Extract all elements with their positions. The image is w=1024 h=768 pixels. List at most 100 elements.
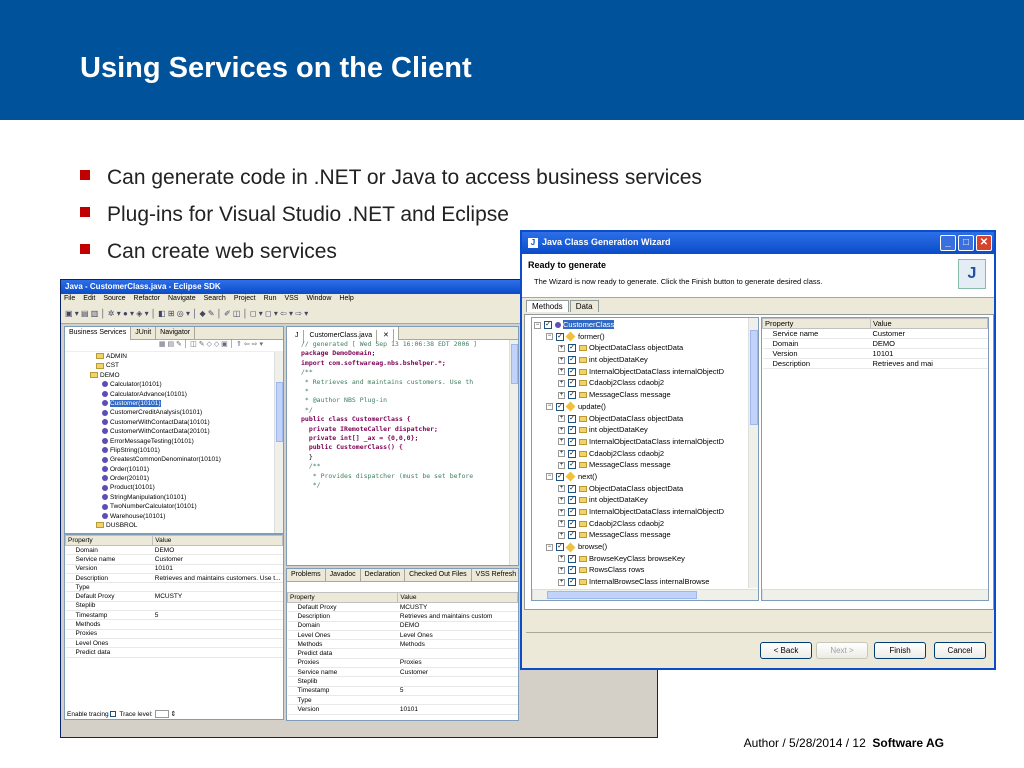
trace-level-spinner-icon[interactable]: ⇕: [170, 711, 176, 718]
expand-icon[interactable]: +: [558, 426, 565, 434]
tree-node[interactable]: + ✓ Cdaobj2Class cdaobj2: [534, 377, 756, 389]
tree-item[interactable]: TwoNumberCalculator(10101): [90, 502, 283, 511]
tree-item[interactable]: FlipString(10101): [90, 446, 283, 455]
expand-icon[interactable]: +: [558, 485, 565, 493]
tree-item[interactable]: Warehouse(10101): [90, 512, 283, 521]
table-row[interactable]: Predict data: [65, 647, 283, 658]
node-checkbox[interactable]: ✓: [568, 414, 576, 423]
tree-hscrollbar[interactable]: [532, 589, 758, 600]
menu-vss[interactable]: VSS: [284, 295, 298, 302]
table-row[interactable]: Timestamp 5: [65, 610, 283, 621]
scroll-thumb[interactable]: [547, 591, 697, 599]
source-code[interactable]: // generated [ Wed Sep 13 16:06:38 EDT 2…: [287, 340, 518, 491]
tab-junit[interactable]: JUnit: [131, 327, 157, 340]
node-checkbox[interactable]: ✓: [568, 484, 576, 493]
tree-node[interactable]: + ✓ Cdaobj2Class cdaobj2: [534, 448, 756, 460]
table-row[interactable]: Level Ones: [65, 638, 283, 649]
table-row[interactable]: Service name Customer: [65, 554, 283, 565]
tab-methods[interactable]: Methods: [526, 300, 569, 312]
trace-level-input[interactable]: [154, 710, 169, 719]
table-row[interactable]: Domain DEMO: [287, 621, 518, 631]
table-row[interactable]: Type: [65, 582, 283, 593]
node-checkbox[interactable]: ✓: [568, 367, 576, 376]
node-checkbox[interactable]: ✓: [556, 472, 564, 481]
tree-item[interactable]: Calculator(10101): [90, 380, 283, 389]
tree-node[interactable]: + ✓ InternalObjectDataClass internalObject…: [534, 436, 756, 448]
node-checkbox[interactable]: ✓: [568, 426, 576, 435]
next-button[interactable]: Next >: [816, 642, 868, 659]
tree-item[interactable]: DUSBROL: [90, 521, 283, 530]
expand-icon[interactable]: +: [558, 555, 565, 563]
table-row[interactable]: Level Ones Level Ones: [287, 630, 518, 641]
tree-item[interactable]: CustomerCreditAnalysis(10101): [90, 408, 283, 417]
node-checkbox[interactable]: ✓: [568, 578, 576, 587]
tab-navigator[interactable]: Navigator: [156, 327, 196, 340]
table-row[interactable]: Default Proxy MCUSTY: [287, 602, 518, 613]
expand-icon[interactable]: +: [558, 566, 565, 574]
table-row[interactable]: Version 10101: [65, 564, 283, 574]
tree-node[interactable]: + ✓ int objectDataKey: [534, 354, 756, 366]
tree-item[interactable]: Order(20101): [90, 474, 283, 483]
editor-scrollbar[interactable]: [509, 340, 518, 565]
tree-item[interactable]: CustomerWithContactData(10101): [90, 418, 283, 427]
tree-item[interactable]: ErrorMessageTesting(10101): [90, 437, 283, 446]
toolbar-icons[interactable]: ▣ ▾ ▤ ▥ │ ✲ ▾ ● ▾ ◈ ▾ │ ◧ ⊞ ◎ ▾ │ ◆ ✎ │ …: [65, 309, 308, 318]
expand-icon[interactable]: +: [558, 391, 565, 399]
tree-node[interactable]: + ✓ InternalBrowseClass internalBrowse: [534, 576, 756, 588]
tree-node[interactable]: + ✓ MessageClass message: [534, 529, 756, 541]
expand-icon[interactable]: +: [558, 438, 565, 446]
column-header[interactable]: Value: [152, 535, 283, 546]
tree-node[interactable]: + ✓ MessageClass message: [534, 389, 756, 401]
tree-scrollbar[interactable]: [274, 352, 283, 533]
tree-node[interactable]: + ✓ InternalObjectDataClass internalObject…: [534, 506, 756, 518]
column-header[interactable]: Property: [65, 535, 154, 546]
menu-refactor[interactable]: Refactor: [134, 295, 160, 302]
tree-node[interactable]: + ✓ InternalObjectDataClass internalObject…: [534, 366, 756, 378]
tab-problems[interactable]: Problems: [287, 569, 326, 582]
menu-project[interactable]: Project: [234, 295, 256, 302]
node-checkbox[interactable]: ✓: [556, 543, 564, 552]
tree-item[interactable]: Product(10101): [90, 483, 283, 492]
table-row[interactable]: Domain DEMO: [65, 545, 283, 556]
tree-node[interactable]: + ✓ RowsClass rows: [534, 564, 756, 576]
menu-edit[interactable]: Edit: [83, 295, 95, 302]
expand-icon[interactable]: +: [558, 450, 565, 458]
column-header[interactable]: Property: [287, 592, 399, 603]
node-checkbox[interactable]: ✓: [568, 461, 576, 470]
tree-item[interactable]: ADMIN: [90, 352, 283, 361]
table-row[interactable]: Steplib: [287, 676, 518, 687]
cancel-button[interactable]: Cancel: [934, 642, 986, 659]
close-button[interactable]: ✕: [976, 235, 992, 251]
expand-icon[interactable]: +: [558, 520, 565, 528]
node-checkbox[interactable]: ✓: [568, 519, 576, 528]
tree-node[interactable]: + ✓ BrowseKeyClass browseKey: [534, 553, 756, 565]
collapse-icon[interactable]: −: [546, 543, 553, 551]
menu-help[interactable]: Help: [339, 295, 353, 302]
node-checkbox[interactable]: ✓: [568, 356, 576, 365]
collapse-icon[interactable]: −: [546, 403, 553, 411]
minimize-button[interactable]: _: [940, 235, 956, 251]
node-checkbox[interactable]: ✓: [568, 437, 576, 446]
tree-item[interactable]: CST: [90, 361, 283, 370]
expand-icon[interactable]: +: [558, 531, 565, 539]
tree-node[interactable]: + ✓ MessageClass message: [534, 459, 756, 471]
menu-navigate[interactable]: Navigate: [168, 295, 196, 302]
scroll-thumb[interactable]: [511, 344, 518, 384]
tab-business-services[interactable]: Business Services: [65, 327, 132, 340]
tree-node[interactable]: − ✓ browse(): [534, 541, 756, 553]
tree-node[interactable]: − ✓ CustomerClass: [534, 319, 756, 331]
table-row[interactable]: Description Retrieves and maintains custo…: [65, 573, 283, 584]
tree-node[interactable]: + ✓ Cdaobj2Class cdaobj2: [534, 518, 756, 530]
tab-declaration[interactable]: Declaration: [361, 569, 406, 582]
column-header[interactable]: Value: [397, 592, 518, 603]
menu-window[interactable]: Window: [306, 295, 331, 302]
tree-node[interactable]: + ✓ int objectDataKey: [534, 494, 756, 506]
node-checkbox[interactable]: ✓: [568, 449, 576, 458]
node-checkbox[interactable]: ✓: [568, 554, 576, 563]
tree-item[interactable]: GreatestCommonDenominator(10101): [90, 455, 283, 464]
menu-search[interactable]: Search: [204, 295, 226, 302]
expand-icon[interactable]: +: [558, 496, 565, 504]
table-row[interactable]: Predict data: [287, 648, 518, 659]
tree-node[interactable]: − ✓ former(): [534, 331, 756, 343]
tab-vss-refresh-log[interactable]: VSS Refresh Log: [472, 569, 518, 582]
